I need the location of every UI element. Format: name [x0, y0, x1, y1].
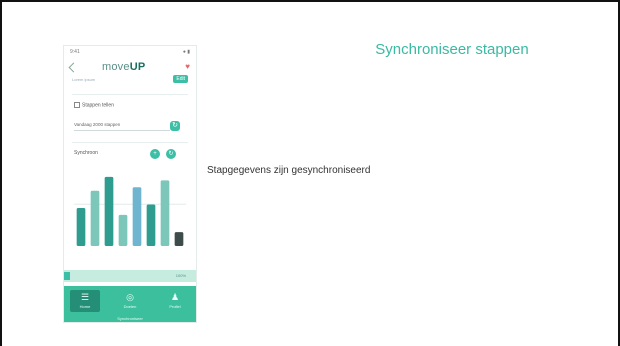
tab-footer: Synchroniseer: [117, 316, 143, 321]
chart-bar-2: [90, 190, 100, 246]
chart-bar-1: [76, 208, 86, 246]
slider-label: 100%: [175, 273, 186, 278]
progress-slider[interactable]: 100%: [64, 270, 196, 282]
add-button[interactable]: +: [150, 149, 160, 159]
sync-row[interactable]: Synchroon: [74, 150, 98, 156]
back-icon[interactable]: [68, 62, 79, 73]
divider: [72, 94, 188, 95]
app-subline: Lorem ipsum: [72, 77, 96, 82]
chart-bar-3: [104, 176, 114, 246]
steps-chart: [74, 170, 186, 246]
chart-bar-4: [118, 214, 128, 246]
tab-home-label: Home: [79, 304, 91, 309]
chart-bar-5: [132, 187, 142, 246]
phone-screenshot: 9:41 ● ▮ moveUP ♥ Lorem ipsum Edit Stapp…: [64, 46, 196, 322]
edit-button[interactable]: Edit: [173, 75, 188, 83]
slide-body-text: Stapgegevens zijn gesynchroniseerd: [207, 165, 371, 176]
sync-button[interactable]: ↻: [170, 121, 180, 131]
chart-bar-8: [174, 232, 184, 246]
target-icon: ◎: [126, 292, 134, 302]
tab-profile-label: Profiel: [169, 304, 181, 309]
sync-row-label: Synchroon: [74, 150, 98, 156]
tab-home[interactable]: ☰ Home: [70, 290, 100, 312]
tab-profile[interactable]: ♟ Profiel: [160, 290, 190, 312]
steps-row-label: Stappen tellen: [82, 102, 114, 109]
tab-bar: ☰ Home ◎ Doelen ♟ Profiel Synchroniseer: [64, 286, 196, 322]
divider: [72, 142, 188, 143]
chart-bar-6: [146, 204, 156, 246]
slide-title: Synchroniseer stappen: [375, 41, 529, 58]
chart-svg: [74, 176, 186, 246]
status-time: 9:41: [70, 49, 80, 55]
heart-icon[interactable]: ♥: [185, 62, 190, 71]
slider-knob[interactable]: [64, 272, 70, 280]
slide-frame: Synchroniseer stappen Stapgegevens zijn …: [0, 0, 620, 346]
status-icons: ● ▮: [182, 49, 190, 55]
profile-icon: ♟: [170, 292, 180, 302]
chart-bar-7: [160, 180, 170, 246]
checkbox-icon[interactable]: [74, 102, 80, 108]
tab-goals[interactable]: ◎ Doelen: [115, 290, 145, 312]
steps-row[interactable]: Stappen tellen: [74, 102, 114, 108]
logo-light: move: [102, 61, 130, 73]
home-icon: ☰: [80, 292, 90, 302]
refresh-button[interactable]: ↻: [166, 149, 176, 159]
app-header: moveUP ♥ Lorem ipsum Edit: [64, 58, 196, 84]
logo-bold: UP: [129, 61, 146, 73]
app-logo: moveUP: [102, 61, 145, 73]
tab-goals-label: Doelen: [123, 304, 137, 309]
steps-field[interactable]: Vandaag 2000 stappen: [74, 120, 170, 131]
